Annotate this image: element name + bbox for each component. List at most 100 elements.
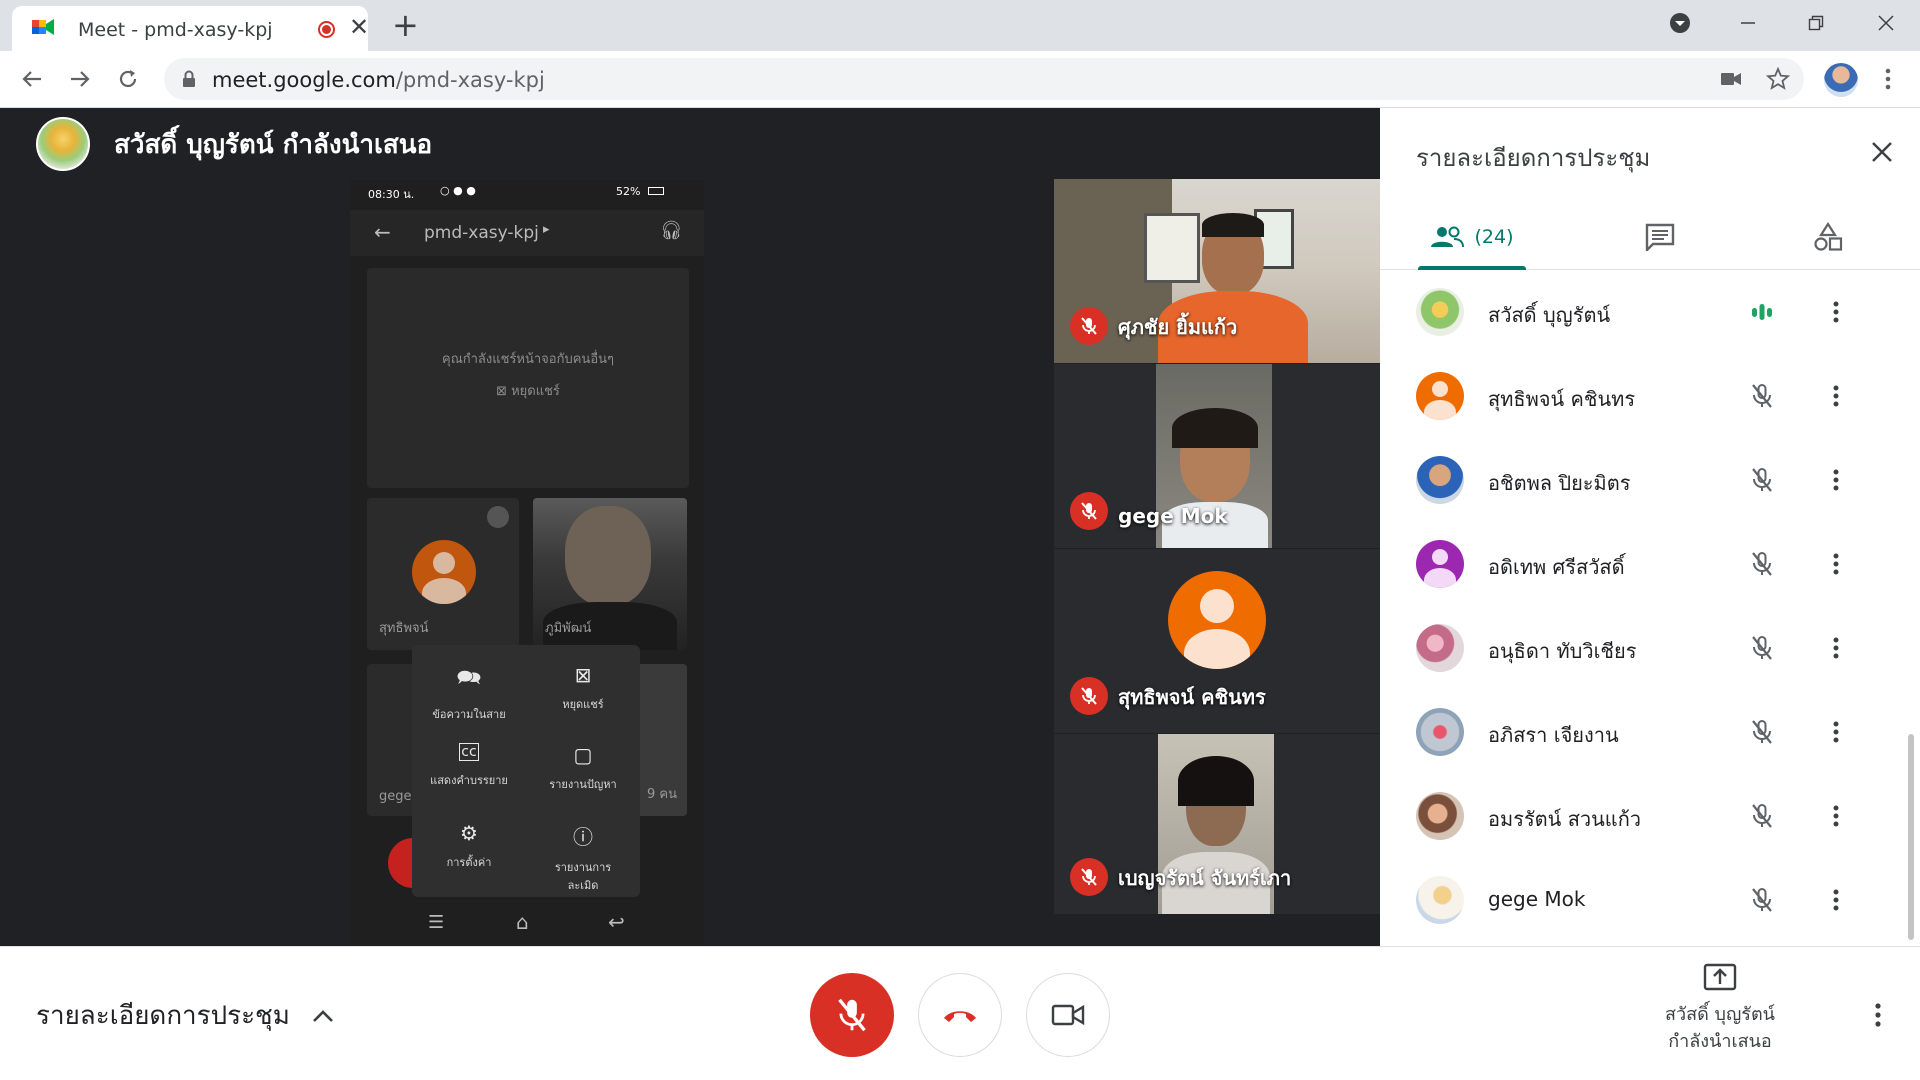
participant-more-button[interactable] [1818,882,1854,918]
url-text: meet.google.com/pmd-xasy-kpj [212,68,545,92]
stop-share-icon: ⊠ [574,663,592,687]
phone-stop-share: ⊠ หยุดแชร์ [496,384,560,399]
vertical-dots-icon [1833,385,1839,407]
participant-mic [1744,882,1780,918]
close-window-button[interactable] [1858,0,1914,45]
microphone-toggle-button[interactable] [810,973,894,1057]
video-tile[interactable]: สุทธิพจน์ คชินทร [1054,549,1380,733]
leave-call-button[interactable] [918,973,1002,1057]
close-window-icon [1878,14,1894,31]
participant-row[interactable]: อดิเทพ ศรีสวัสดิ์ [1380,522,1920,606]
participant-avatar [1416,288,1464,336]
phone-tile-1: สุทธิพจน์ [367,498,519,650]
browser-tab-strip: Meet - pmd-xasy-kpj ✕ + [0,0,1920,51]
minimize-icon [1741,21,1755,24]
chat-icon: 🗪︎ [456,665,482,689]
forward-arrow-icon [71,71,90,87]
participant-more-button[interactable] [1818,714,1854,750]
forward-button[interactable] [62,61,98,97]
camera-toggle-button[interactable] [1026,973,1110,1057]
meet-logo-icon [32,19,54,35]
bookmark-star-icon[interactable] [1766,67,1790,91]
participant-row[interactable]: gege Mok [1380,858,1920,942]
mic-off-icon [1752,720,1772,744]
vertical-dots-icon [1875,1003,1881,1027]
muted-mic-icon [1070,492,1108,530]
presenting-status: กำลังนำเสนอ [1668,1031,1772,1052]
menu-report-abuse-label-2: ละเมิด [567,879,599,892]
participant-more-button[interactable] [1818,798,1854,834]
menu-settings: ⚙ การตั้งค่า [412,821,526,871]
battery-icon [648,187,664,195]
panel-tabs: (24) [1380,204,1920,270]
phone-tile-face [565,506,651,606]
more-options-button[interactable] [1860,997,1896,1033]
menu-chat: 🗪︎ ข้อความในสาย [412,663,526,723]
minimize-button[interactable] [1720,0,1776,45]
chevron-up-icon [312,1009,333,1022]
back-arrow-icon [22,71,41,87]
participant-more-button[interactable] [1818,378,1854,414]
camera-in-use-icon[interactable] [1720,70,1742,88]
participant-row[interactable]: อมรรัตน์ สวนแก้ว [1380,774,1920,858]
tab-people[interactable]: (24) [1410,204,1534,270]
panel-title: รายละเอียดการประชุม [1416,144,1651,172]
phone-nav-bar: ☰ ⌂ ↩ [350,902,704,946]
hang-up-icon [944,1011,976,1022]
tab-search-button[interactable] [1652,0,1708,45]
restore-button[interactable] [1788,0,1844,45]
participant-avatar [1416,708,1464,756]
chrome-menu-button[interactable] [1870,61,1906,97]
participant-more-button[interactable] [1818,462,1854,498]
presentation-status[interactable]: สวัสดิ์ บุญรัตน์ กำลังนำเสนอ [1640,963,1800,1055]
muted-mic-icon [1070,858,1108,896]
tab-close-icon[interactable]: ✕ [349,15,369,39]
muted-mic-icon [1070,677,1108,715]
vertical-dots-icon [1833,301,1839,323]
participant-avatar [1416,456,1464,504]
participant-more-button[interactable] [1818,630,1854,666]
presenting-name: สวัสดิ์ บุญรัตน์ [1665,1004,1775,1025]
vertical-dots-icon [1833,637,1839,659]
phone-time: 08:30 น. [368,188,415,201]
menu-report-abuse-label-1: รายงานการ [554,861,612,874]
participant-more-button[interactable] [1818,294,1854,330]
participant-row[interactable]: สวัสดิ์ บุญรัตน์ [1380,270,1920,354]
profile-avatar[interactable] [1824,63,1858,97]
present-screen-icon [1703,963,1737,991]
tab-activities[interactable] [1798,204,1858,270]
video-tile[interactable]: เบญจรัตน์ จันทร์เภา [1054,734,1380,914]
phone-tile-name: 9 คน [647,787,677,802]
reload-button[interactable] [110,61,146,97]
phone-back-icon: ← [374,220,391,244]
browser-tab[interactable]: Meet - pmd-xasy-kpj ✕ [12,6,369,51]
participant-row[interactable]: อภิสรา เจียงาน [1380,690,1920,774]
participant-name: gege Mok [1488,887,1586,911]
participant-row[interactable]: สุทธิพจน์ คชินทร [1380,354,1920,438]
participant-row[interactable]: อชิตพล ปิยะมิตร [1380,438,1920,522]
presenter-avatar [36,117,90,171]
gear-icon: ⚙ [460,821,478,845]
video-name: ศุภชัย ยิ้มแก้ว [1118,315,1238,339]
panel-close-button[interactable] [1864,134,1900,170]
address-bar[interactable]: meet.google.com/pmd-xasy-kpj [164,58,1804,100]
meeting-details-toggle[interactable]: รายละเอียดการประชุม [36,995,334,1036]
participant-row[interactable]: อนุธิดา ทับวิเชียร [1380,606,1920,690]
video-tile[interactable]: ศุภชัย ยิ้มแก้ว [1054,179,1380,363]
new-tab-button[interactable]: + [392,8,419,42]
mic-off-icon [838,998,866,1032]
menu-settings-label: การตั้งค่า [446,856,492,869]
tab-chat[interactable] [1630,204,1690,270]
menu-stop-share-label: หยุดแชร์ [562,698,604,711]
video-name: gege Mok [1118,504,1228,528]
participant-more-button[interactable] [1818,546,1854,582]
video-name: เบญจรัตน์ จันทร์เภา [1118,866,1292,890]
phone-recents-icon: ☰ [428,912,445,933]
participant-list-scrollbar[interactable] [1908,734,1914,940]
menu-chat-label: ข้อความในสาย [432,708,506,721]
video-tile[interactable]: gege Mok [1054,364,1380,548]
feedback-icon: ▢ [573,743,593,767]
participant-name: สวัสดิ์ บุญรัตน์ [1488,303,1611,327]
menu-report-problem: ▢ รายงานปัญหา [526,743,640,793]
back-button[interactable] [14,61,50,97]
